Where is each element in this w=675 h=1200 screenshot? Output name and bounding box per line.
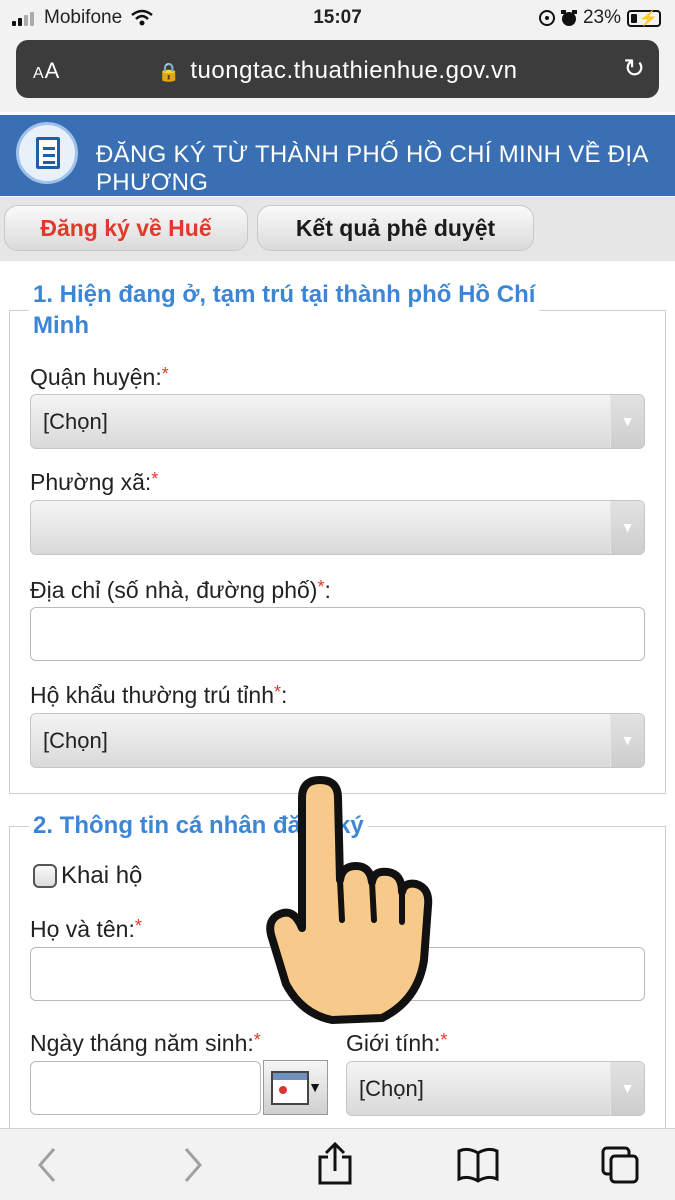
back-icon[interactable] bbox=[34, 1145, 60, 1185]
status-bar: Mobifone 15:07 23% ⚡ bbox=[0, 0, 675, 36]
lock-icon: 🔒 bbox=[157, 62, 181, 82]
chevron-down-icon: ▼ bbox=[610, 501, 644, 554]
alarm-icon bbox=[538, 10, 577, 26]
pointing-hand-icon bbox=[266, 776, 433, 1024]
declare-household-row[interactable]: Khai hộ bbox=[33, 862, 142, 890]
province-select[interactable]: [Chọn] ▼ bbox=[30, 713, 645, 768]
battery-icon: ⚡ bbox=[627, 9, 661, 27]
tab-register[interactable]: Đăng ký về Huế bbox=[4, 205, 248, 251]
browser-chrome: AA 🔒 tuongtac.thuathienhue.gov.vn ↻ bbox=[0, 36, 675, 112]
declare-household-checkbox[interactable] bbox=[33, 864, 57, 888]
dob-label: Ngày tháng năm sinh:* bbox=[30, 1030, 261, 1056]
fullname-label: Họ và tên:* bbox=[30, 916, 142, 942]
browser-toolbar bbox=[0, 1128, 675, 1200]
share-icon[interactable] bbox=[316, 1141, 354, 1187]
calendar-icon bbox=[271, 1071, 309, 1105]
bookmarks-icon[interactable] bbox=[456, 1147, 500, 1183]
chevron-down-icon: ▼ bbox=[610, 714, 644, 767]
reload-icon[interactable]: ↻ bbox=[623, 53, 645, 84]
ward-select[interactable]: ▼ bbox=[30, 500, 645, 555]
gender-label: Giới tính:* bbox=[346, 1030, 448, 1056]
tab-results[interactable]: Kết quả phê duyệt bbox=[257, 205, 534, 251]
status-right: 23% ⚡ bbox=[538, 7, 661, 29]
forward-icon[interactable] bbox=[180, 1145, 206, 1185]
chevron-down-icon: ▼ bbox=[308, 1079, 322, 1095]
tabs-icon[interactable] bbox=[600, 1145, 640, 1185]
district-label: Quận huyện:* bbox=[30, 364, 169, 390]
province-label: Hộ khẩu thường trú tỉnh*: bbox=[30, 682, 288, 708]
document-icon bbox=[16, 122, 78, 184]
date-picker-button[interactable]: ▼ bbox=[263, 1060, 328, 1115]
page-banner: ĐĂNG KÝ TỪ THÀNH PHỐ HỒ CHÍ MINH VỀ ĐỊA … bbox=[0, 115, 675, 196]
battery-percent: 23% bbox=[582, 7, 621, 28]
dob-input[interactable] bbox=[30, 1061, 261, 1115]
section-residence-title: 1. Hiện đang ở, tạm trú tại thành phố Hồ… bbox=[29, 279, 540, 341]
district-select[interactable]: [Chọn] ▼ bbox=[30, 394, 645, 449]
chevron-down-icon: ▼ bbox=[610, 395, 644, 448]
page-title: ĐĂNG KÝ TỪ THÀNH PHỐ HỒ CHÍ MINH VỀ ĐỊA … bbox=[96, 141, 648, 196]
url-text: tuongtac.thuathienhue.gov.vn bbox=[190, 57, 518, 84]
chevron-down-icon: ▼ bbox=[610, 1062, 644, 1115]
ward-label: Phường xã:* bbox=[30, 469, 159, 495]
declare-household-label: Khai hộ bbox=[61, 862, 143, 889]
address-bar[interactable]: AA 🔒 tuongtac.thuathienhue.gov.vn ↻ bbox=[16, 40, 659, 98]
tab-bar: Đăng ký về Huế Kết quả phê duyệt bbox=[0, 197, 675, 261]
gender-select[interactable]: [Chọn] ▼ bbox=[346, 1061, 645, 1116]
url-display[interactable]: 🔒 tuongtac.thuathienhue.gov.vn bbox=[16, 57, 659, 85]
address-label: Địa chỉ (số nhà, đường phố)*: bbox=[30, 577, 331, 603]
address-input[interactable] bbox=[30, 607, 645, 661]
